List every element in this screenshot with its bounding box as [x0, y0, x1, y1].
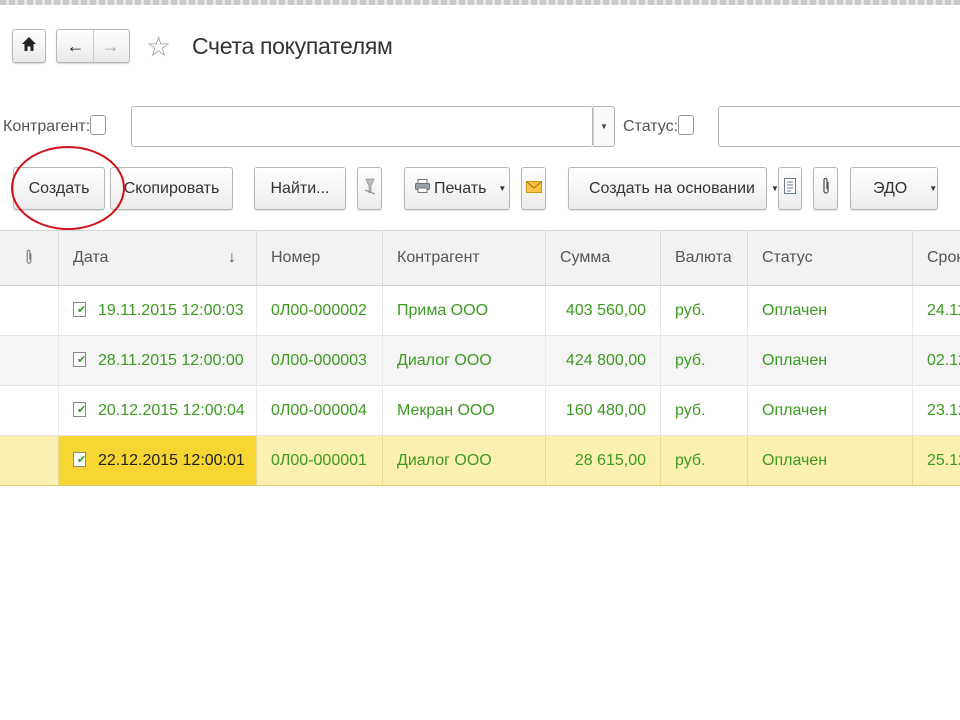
counterparty-dropdown-button[interactable]: ▼	[593, 106, 615, 147]
table-row-selected[interactable]: 22.12.2015 12:00:01 0Л00-000001 Диалог О…	[0, 436, 960, 486]
currency-cell: руб.	[660, 436, 747, 485]
star-icon[interactable]: ☆	[146, 30, 171, 63]
clear-search-button[interactable]	[357, 167, 382, 210]
currency-cell: руб.	[660, 336, 747, 385]
document-icon	[784, 178, 796, 199]
edo-label: ЭДО	[873, 179, 908, 197]
number-cell: 0Л00-000003	[256, 336, 382, 385]
table-row[interactable]: 28.11.2015 12:00:00 0Л00-000003 Диалог О…	[0, 336, 960, 386]
due-cell: 25.12	[912, 436, 960, 485]
counterparty-cell: Прима ООО	[382, 286, 545, 335]
column-header-date[interactable]: Дата ↓	[58, 231, 256, 285]
sum-cell: 160 480,00	[545, 386, 660, 435]
number-cell: 0Л00-000004	[256, 386, 382, 435]
document-button[interactable]	[778, 167, 802, 210]
printer-icon	[415, 179, 430, 198]
document-check-icon	[73, 302, 86, 317]
history-nav: ← →	[56, 29, 130, 63]
date-cell: 28.11.2015 12:00:00	[58, 336, 256, 385]
document-check-icon	[73, 352, 86, 367]
currency-cell: руб.	[660, 286, 747, 335]
column-header-currency[interactable]: Валюта	[660, 231, 747, 285]
sum-cell: 28 615,00	[545, 436, 660, 485]
find-button[interactable]: Найти...	[254, 167, 346, 210]
paperclip-icon	[25, 249, 33, 266]
copy-button[interactable]: Скопировать	[110, 167, 233, 210]
status-cell: Оплачен	[747, 336, 912, 385]
currency-cell: руб.	[660, 386, 747, 435]
number-cell: 0Л00-000002	[256, 286, 382, 335]
column-header-counterparty[interactable]: Контрагент	[382, 231, 545, 285]
date-cell: 20.12.2015 12:00:04	[58, 386, 256, 435]
page-title: Счета покупателям	[192, 33, 393, 59]
counterparty-cell: Диалог ООО	[382, 336, 545, 385]
attachment-cell	[0, 386, 58, 435]
status-filter-label: Статус:	[623, 118, 679, 135]
due-cell: 23.12	[912, 386, 960, 435]
document-check-icon	[73, 402, 86, 417]
sum-cell: 403 560,00	[545, 286, 660, 335]
attachments-button[interactable]	[813, 167, 838, 210]
date-value: 22.12.2015 12:00:01	[98, 452, 245, 469]
date-value: 19.11.2015 12:00:03	[98, 302, 244, 319]
back-arrow-icon[interactable]: ←	[59, 30, 93, 62]
dropdown-arrow-icon: ▼	[929, 184, 938, 193]
counterparty-cell: Диалог ООО	[382, 436, 545, 485]
column-header-sum[interactable]: Сумма	[545, 231, 660, 285]
table-row[interactable]: 19.11.2015 12:00:03 0Л00-000002 Прима ОО…	[0, 286, 960, 336]
status-filter-checkbox[interactable]	[678, 115, 694, 135]
counterparty-filter-input[interactable]	[131, 106, 593, 147]
status-filter-input[interactable]	[718, 106, 960, 147]
search-clear-icon	[364, 177, 376, 200]
counterparty-filter-checkbox[interactable]	[90, 115, 106, 135]
forward-arrow-icon[interactable]: →	[92, 30, 128, 62]
annotation-circle	[11, 146, 125, 230]
table-header: Дата ↓ Номер Контрагент Сумма Валюта Ста…	[0, 230, 960, 286]
counterparty-cell: Мекран ООО	[382, 386, 545, 435]
counterparty-filter-label: Контрагент:	[3, 118, 91, 135]
envelope-icon	[525, 180, 542, 198]
send-email-button[interactable]	[521, 167, 546, 210]
column-header-due[interactable]: Срок	[912, 231, 960, 285]
paperclip-icon	[822, 177, 830, 200]
number-cell: 0Л00-000001	[256, 436, 382, 485]
date-value: 28.11.2015 12:00:00	[98, 352, 244, 369]
window-top-edge	[0, 0, 960, 5]
status-cell: Оплачен	[747, 286, 912, 335]
date-value: 20.12.2015 12:00:04	[98, 402, 245, 419]
invoices-table: Дата ↓ Номер Контрагент Сумма Валюта Ста…	[0, 230, 960, 486]
dropdown-arrow-icon: ▼	[600, 122, 608, 131]
attachment-cell	[0, 286, 58, 335]
status-cell: Оплачен	[747, 386, 912, 435]
table-row[interactable]: 20.12.2015 12:00:04 0Л00-000004 Мекран О…	[0, 386, 960, 436]
sum-cell: 424 800,00	[545, 336, 660, 385]
document-check-icon	[73, 452, 86, 467]
attachment-cell	[0, 436, 58, 485]
print-label: Печать	[434, 179, 487, 197]
home-icon	[21, 36, 37, 57]
date-cell: 19.11.2015 12:00:03	[58, 286, 256, 335]
sort-descending-icon: ↓	[228, 249, 236, 266]
due-cell: 24.11	[912, 286, 960, 335]
create-based-on-button[interactable]: Создать на основании ▼	[568, 167, 779, 210]
column-header-date-label: Дата	[73, 249, 109, 266]
print-button[interactable]: Печать ▼	[404, 167, 510, 210]
due-cell: 02.12	[912, 336, 960, 385]
column-header-attachment[interactable]	[0, 231, 58, 285]
attachment-cell	[0, 336, 58, 385]
edo-button[interactable]: ЭДО ▼	[850, 167, 938, 210]
column-header-number[interactable]: Номер	[256, 231, 382, 285]
home-button[interactable]	[12, 29, 46, 63]
column-header-status[interactable]: Статус	[747, 231, 912, 285]
status-cell: Оплачен	[747, 436, 912, 485]
date-cell: 22.12.2015 12:00:01	[58, 436, 256, 485]
dropdown-arrow-icon: ▼	[498, 184, 507, 193]
create-based-on-label: Создать на основании	[589, 179, 755, 197]
